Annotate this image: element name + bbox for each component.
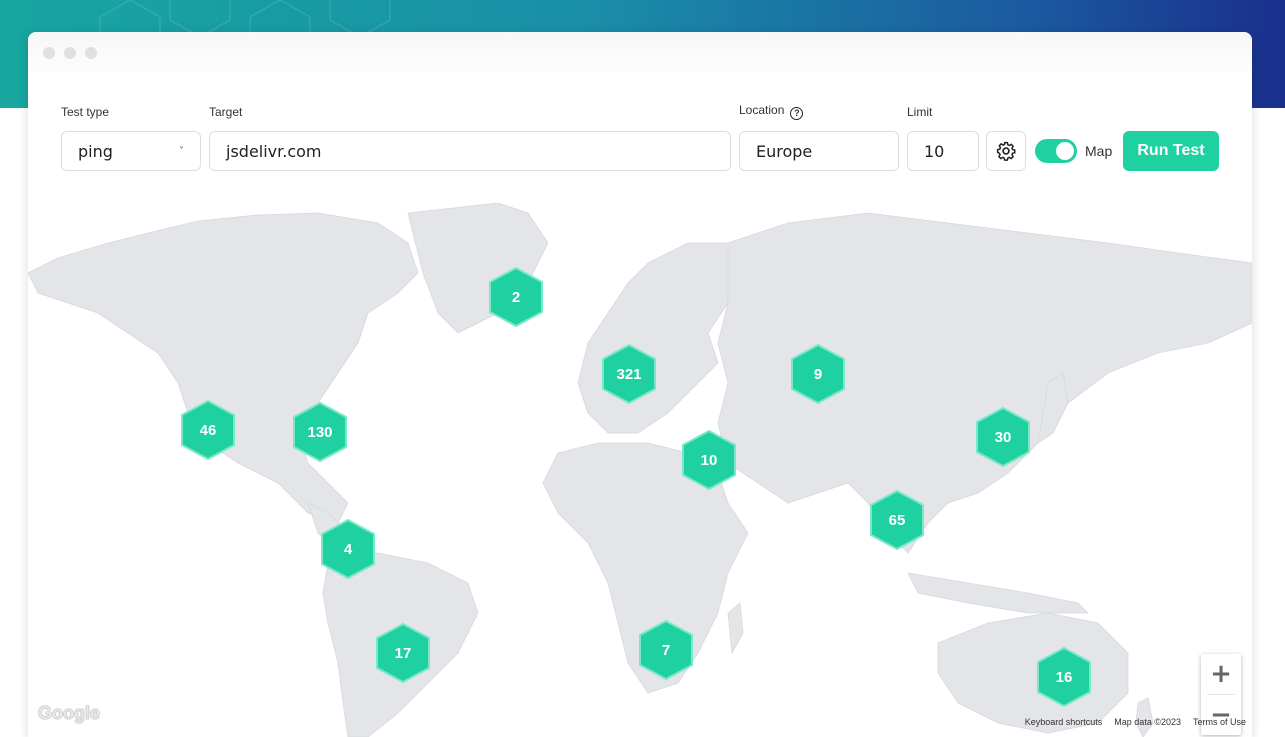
cluster-count: 9 — [813, 365, 823, 383]
map-data-text: Map data ©2023 — [1114, 717, 1181, 727]
cluster-count: 2 — [511, 288, 521, 306]
cluster-marker[interactable]: 2 — [485, 266, 547, 328]
limit-label: Limit — [907, 105, 933, 119]
cluster-marker[interactable]: 46 — [177, 399, 239, 461]
keyboard-shortcuts-link[interactable]: Keyboard shortcuts — [1025, 717, 1103, 727]
cluster-marker[interactable]: 10 — [678, 429, 740, 491]
cluster-count: 16 — [1055, 668, 1073, 686]
cluster-count: 4 — [343, 540, 353, 558]
target-value: jsdelivr.com — [226, 141, 322, 161]
gear-icon — [996, 141, 1016, 161]
google-logo[interactable]: Google — [38, 703, 100, 724]
run-test-button[interactable]: Run Test — [1123, 131, 1219, 171]
cluster-marker[interactable]: 130 — [289, 401, 351, 463]
map-toggle-label: Map — [1085, 143, 1113, 159]
zoom-in-button[interactable]: + — [1201, 654, 1241, 694]
limit-input[interactable]: 10 — [907, 131, 979, 171]
window-dot-2 — [64, 46, 76, 59]
test-form: Test type ping ˅ Target jsdelivr.com Loc… — [28, 73, 1252, 203]
location-label: Location — [739, 103, 785, 117]
toggle-knob — [1056, 142, 1074, 160]
map-toggle[interactable] — [1035, 139, 1077, 163]
test-type-select[interactable]: ping ˅ — [61, 131, 201, 171]
cluster-count: 7 — [661, 641, 671, 659]
cluster-marker[interactable]: 30 — [972, 406, 1034, 468]
cluster-marker[interactable]: 17 — [372, 622, 434, 684]
cluster-count: 321 — [616, 365, 642, 383]
app-window: Test type ping ˅ Target jsdelivr.com Loc… — [28, 32, 1252, 737]
settings-button[interactable] — [986, 131, 1026, 171]
cluster-count: 130 — [307, 423, 333, 441]
cluster-count: 46 — [199, 421, 217, 439]
target-label: Target — [209, 105, 243, 119]
cluster-marker[interactable]: 4 — [317, 518, 379, 580]
cluster-count: 17 — [394, 644, 412, 662]
cluster-count: 65 — [888, 511, 906, 529]
cluster-marker[interactable]: 65 — [866, 489, 928, 551]
location-input[interactable]: Europe — [739, 131, 899, 171]
zoom-out-button[interactable]: − — [1201, 695, 1241, 735]
cluster-count: 30 — [994, 428, 1012, 446]
limit-value: 10 — [924, 141, 945, 161]
terms-link[interactable]: Terms of Use — [1193, 717, 1246, 727]
window-dot-1 — [43, 46, 55, 59]
window-dot-3 — [85, 46, 97, 59]
location-label-group: Location? — [739, 103, 804, 120]
cluster-count: 10 — [700, 451, 718, 469]
map-attribution: Keyboard shortcuts Map data ©2023 Terms … — [1025, 717, 1246, 727]
chevron-down-icon: ˅ — [179, 145, 184, 157]
cluster-marker[interactable]: 321 — [598, 343, 660, 405]
help-icon[interactable]: ? — [790, 107, 804, 120]
target-input[interactable]: jsdelivr.com — [209, 131, 731, 171]
cluster-marker[interactable]: 7 — [635, 619, 697, 681]
cluster-marker[interactable]: 16 — [1033, 646, 1095, 708]
test-type-value: ping — [78, 141, 113, 161]
world-map[interactable]: 2 321 9 46 130 10 30 65 4 17 7 16 + − Go… — [28, 203, 1252, 737]
location-value: Europe — [756, 141, 813, 161]
cluster-marker[interactable]: 9 — [787, 343, 849, 405]
test-type-label: Test type — [61, 105, 110, 119]
window-titlebar — [28, 32, 1252, 73]
